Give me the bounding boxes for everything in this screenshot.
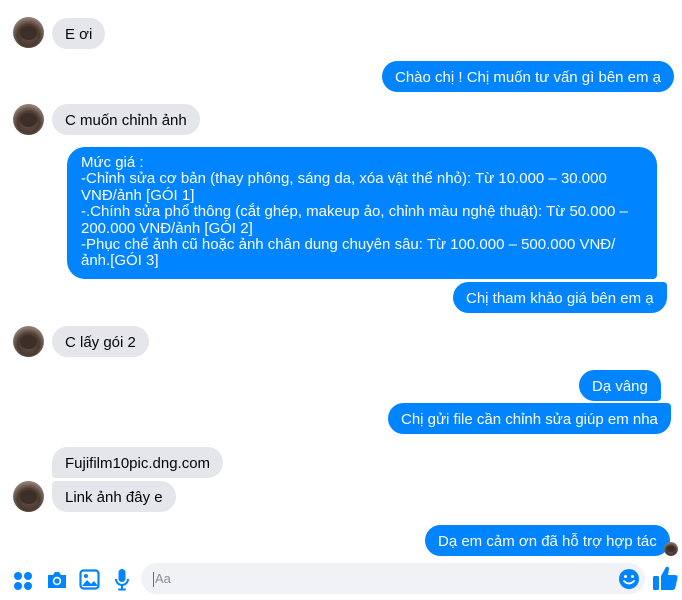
outgoing-message[interactable]: Chị tham khảo giá bên em ạ bbox=[453, 282, 667, 313]
grid-menu-icon[interactable] bbox=[13, 571, 33, 595]
price-list-line: -Chỉnh sửa cơ bản (thay phông, sáng da, … bbox=[81, 170, 607, 204]
price-list-line: -.Chính sửa phổ thông (cắt ghép, makeup … bbox=[81, 203, 628, 237]
incoming-message[interactable]: E ơi bbox=[52, 18, 106, 49]
price-list-line: -Phục chế ảnh cũ hoặc ảnh chân dung chuy… bbox=[81, 236, 616, 270]
microphone-icon[interactable] bbox=[114, 568, 130, 596]
contact-avatar[interactable] bbox=[13, 17, 44, 48]
message-input-placeholder: Aa bbox=[155, 571, 171, 586]
seen-indicator-avatar bbox=[664, 542, 678, 556]
incoming-message[interactable]: C lấy gói 2 bbox=[52, 326, 149, 357]
camera-icon[interactable] bbox=[46, 570, 68, 594]
incoming-message[interactable]: Fujifilm10pic.dng.com bbox=[52, 447, 224, 478]
outgoing-message[interactable]: Chị gửi file cần chỉnh sửa giúp em nha bbox=[388, 403, 671, 434]
message-composer: Aa bbox=[0, 562, 682, 600]
price-list-message[interactable]: Mức giá : -Chỉnh sửa cơ bản (thay phông,… bbox=[67, 147, 657, 279]
message-input[interactable]: Aa bbox=[141, 563, 645, 594]
text-caret bbox=[153, 572, 154, 588]
contact-avatar[interactable] bbox=[13, 326, 44, 357]
incoming-message[interactable]: Link ảnh đây e bbox=[52, 481, 176, 512]
emoji-icon[interactable] bbox=[618, 568, 640, 594]
incoming-message[interactable]: C muốn chỉnh ảnh bbox=[52, 104, 200, 135]
price-list-line: Mức giá : bbox=[81, 154, 144, 171]
outgoing-message[interactable]: Dạ vâng bbox=[579, 370, 661, 401]
contact-avatar[interactable] bbox=[13, 481, 44, 512]
outgoing-message[interactable]: Chào chị ! Chị muốn tư vấn gì bên em ạ bbox=[382, 61, 675, 92]
contact-avatar[interactable] bbox=[13, 104, 44, 135]
image-icon[interactable] bbox=[79, 569, 100, 594]
like-icon[interactable] bbox=[651, 564, 679, 596]
outgoing-message[interactable]: Dạ em cảm ơn đã hỗ trợ hợp tác bbox=[425, 525, 670, 556]
